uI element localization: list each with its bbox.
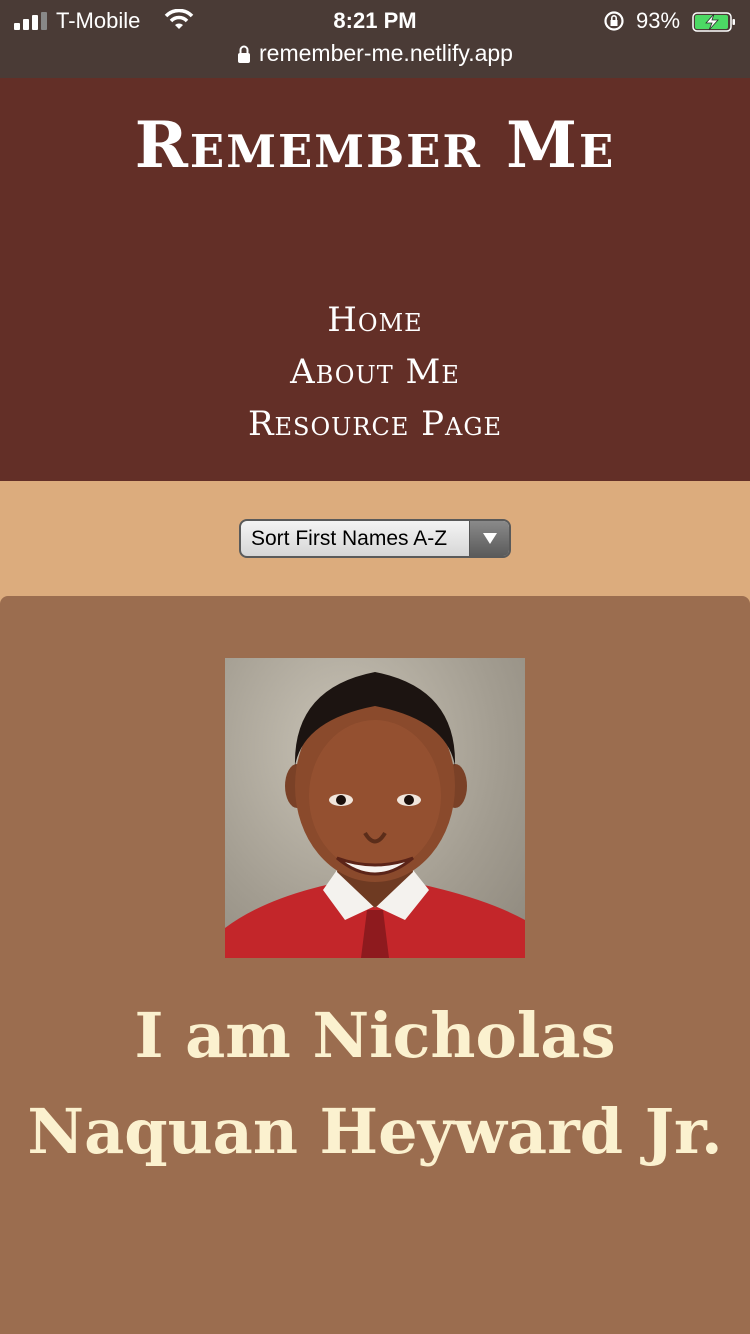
sort-select-value: Sort First Names A-Z [251,527,448,550]
nav-resource-page-link[interactable]: Resource Page [0,398,750,450]
status-bar: T-Mobile 8:21 PM 93% remember-me.netlify… [0,0,750,78]
padlock-icon [238,45,251,63]
battery-charging-icon [692,12,735,32]
nav-about-me-link[interactable]: About Me [0,346,750,398]
sort-select[interactable]: Sort First Names A-Z [239,519,511,558]
rotation-lock-icon [604,11,624,31]
site-title: Remember Me [134,108,616,183]
url-text: remember-me.netlify.app [259,40,513,66]
portrait-photo [225,658,525,958]
nav-home-link[interactable]: Home [0,294,750,346]
person-name: I am Nicholas Naquan Heyward Jr. [27,999,723,1168]
url-bar[interactable]: remember-me.netlify.app [0,40,750,67]
chevron-down-icon[interactable] [469,521,509,556]
site-header: Remember Me Home About Me Resource Page [0,78,750,481]
main-nav: Home About Me Resource Page [0,294,750,450]
battery-percent: 93% [636,8,681,33]
memorial-card[interactable]: I am Nicholas Naquan Heyward Jr. [0,596,750,1334]
